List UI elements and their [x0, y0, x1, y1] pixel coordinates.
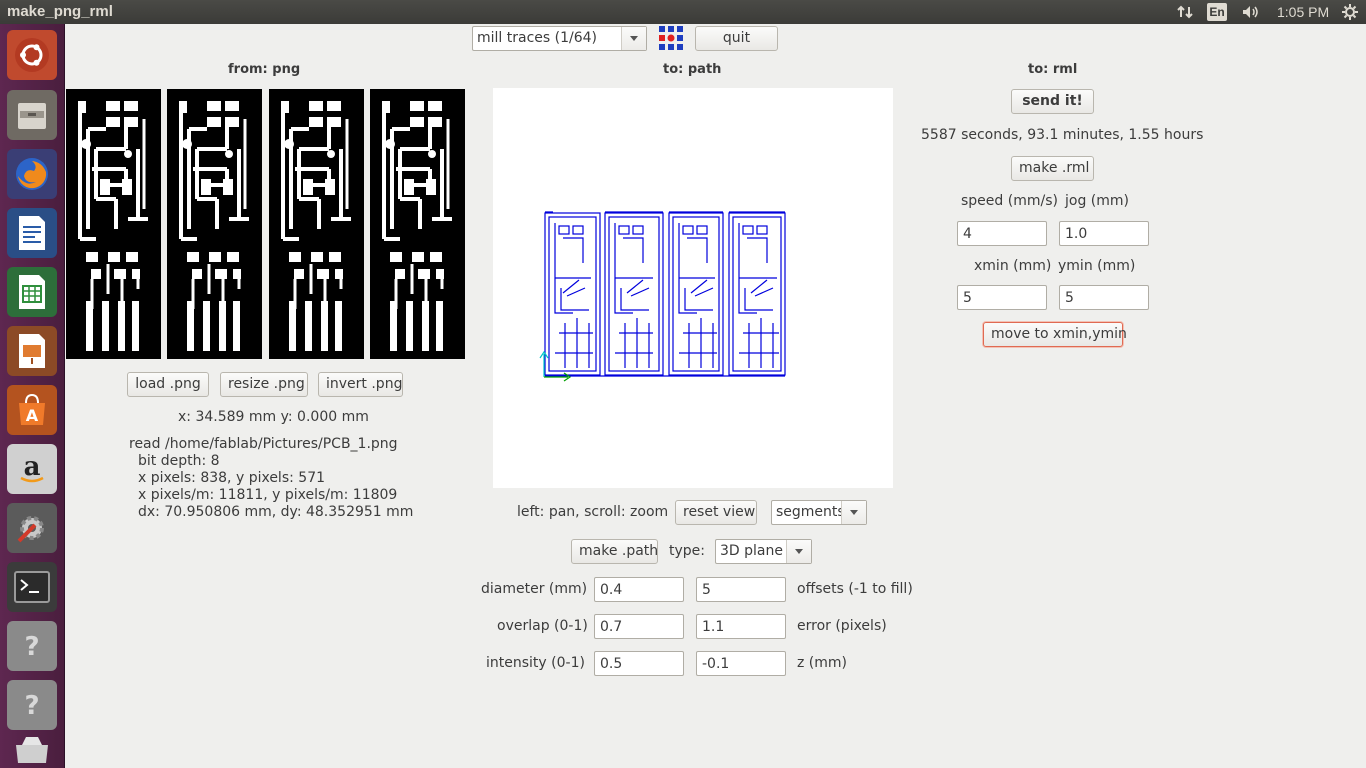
ymin-input[interactable]: [1059, 285, 1149, 310]
impress-icon[interactable]: [7, 326, 57, 376]
quit-button[interactable]: quit: [695, 26, 778, 51]
offsets-input[interactable]: [696, 577, 786, 602]
top-panel: make_png_rml En 1:05 PM: [0, 0, 1366, 24]
process-select-value: mill traces (1/64): [477, 30, 597, 46]
svg-text:?: ?: [24, 691, 39, 721]
send-it-button[interactable]: send it!: [1011, 89, 1094, 114]
pcb-traces: [179, 101, 249, 351]
image-info-path: read /home/fablab/Pictures/PCB_1.png: [129, 436, 398, 452]
intensity-input[interactable]: [594, 651, 684, 676]
unknown-app-icon[interactable]: ?: [7, 621, 57, 671]
reset-view-button[interactable]: reset view: [675, 500, 757, 525]
view-hint: left: pan, scroll: zoom: [517, 504, 669, 520]
image-info-dimensions: dx: 70.950806 mm, dy: 48.352951 mm: [138, 504, 414, 520]
to-path-header: to: path: [663, 62, 722, 77]
diameter-label: diameter (mm): [481, 581, 588, 597]
type-label: type:: [669, 543, 705, 559]
speed-input[interactable]: [957, 221, 1047, 246]
path-type-value: 3D plane: [720, 543, 783, 559]
make-rml-button[interactable]: make .rml: [1011, 156, 1094, 181]
unknown-app-icon[interactable]: ?: [7, 680, 57, 730]
ubuntu-logo-icon[interactable]: [7, 30, 57, 80]
axis-marker: [539, 350, 549, 377]
fab-modules-logo-icon: [659, 26, 683, 50]
xmin-input[interactable]: [957, 285, 1047, 310]
diameter-input[interactable]: [594, 577, 684, 602]
toolpath-canvas: [539, 211, 786, 382]
error-input[interactable]: [696, 614, 786, 639]
intensity-label: intensity (0-1): [486, 655, 585, 671]
volume-icon[interactable]: [1240, 0, 1262, 24]
z-input[interactable]: [696, 651, 786, 676]
resize-png-button[interactable]: resize .png: [220, 372, 308, 397]
path-type-select[interactable]: 3D plane: [715, 539, 812, 564]
ymin-label: ymin (mm): [1058, 258, 1136, 274]
make-path-button[interactable]: make .path: [571, 539, 658, 564]
jog-input[interactable]: [1059, 221, 1149, 246]
time-estimate: 5587 seconds, 93.1 minutes, 1.55 hours: [921, 127, 1204, 143]
system-settings-icon[interactable]: [7, 503, 57, 553]
to-rml-header: to: rml: [1028, 62, 1078, 77]
move-to-origin-button[interactable]: move to xmin,ymin: [983, 322, 1127, 347]
error-label: error (pixels): [797, 618, 887, 634]
toolpath-viewer[interactable]: [493, 88, 893, 488]
chevron-down-icon: [786, 540, 811, 563]
pcb-panel: [370, 89, 465, 359]
amazon-icon[interactable]: a: [7, 444, 57, 494]
image-info: read /home/fablab/Pictures/PCB_1.png bit…: [129, 436, 413, 521]
overlap-input[interactable]: [594, 614, 684, 639]
calc-icon[interactable]: [7, 267, 57, 317]
network-icon[interactable]: [1176, 0, 1196, 24]
chevron-down-icon: [621, 27, 646, 50]
pcb-traces: [382, 101, 452, 351]
pcb-panel: [167, 89, 262, 359]
software-center-icon[interactable]: A: [7, 385, 57, 435]
display-mode-value: segments: [776, 504, 842, 520]
firefox-icon[interactable]: [7, 149, 57, 199]
invert-png-button[interactable]: invert .png: [318, 372, 403, 397]
speed-label: speed (mm/s): [961, 193, 1058, 209]
keyboard-layout-indicator[interactable]: En: [1207, 3, 1227, 21]
chevron-down-icon: [841, 501, 866, 524]
clock[interactable]: 1:05 PM: [1277, 0, 1329, 24]
svg-text:a: a: [24, 452, 41, 482]
writer-icon[interactable]: [7, 208, 57, 258]
svg-text:?: ?: [24, 632, 39, 662]
display-mode-select[interactable]: segments: [771, 500, 867, 525]
pcb-panel: [66, 89, 161, 359]
image-info-pixels: x pixels: 838, y pixels: 571: [138, 470, 326, 486]
launcher: A a ? ?: [0, 24, 65, 768]
overlap-label: overlap (0-1): [497, 618, 588, 634]
load-png-button[interactable]: load .png: [127, 372, 209, 397]
svg-text:A: A: [26, 406, 39, 425]
from-png-header: from: png: [228, 62, 301, 77]
cursor-coordinates: x: 34.589 mm y: 0.000 mm: [178, 409, 369, 425]
image-info-bit-depth: bit depth: 8: [138, 453, 220, 469]
jog-label: jog (mm): [1065, 193, 1129, 209]
terminal-icon[interactable]: [7, 562, 57, 612]
file-manager-icon[interactable]: [7, 90, 57, 140]
offsets-label: offsets (-1 to fill): [797, 581, 913, 597]
settings-gear-icon[interactable]: [1341, 0, 1359, 24]
trash-icon[interactable]: [7, 732, 57, 768]
z-label: z (mm): [797, 655, 847, 671]
image-info-resolution: x pixels/m: 11811, y pixels/m: 11809: [138, 487, 398, 503]
xmin-label: xmin (mm): [974, 258, 1052, 274]
process-select[interactable]: mill traces (1/64): [472, 26, 647, 51]
pcb-traces: [78, 101, 148, 351]
pcb-traces: [281, 101, 351, 351]
pcb-panel: [269, 89, 364, 359]
window-title: make_png_rml: [7, 3, 113, 20]
